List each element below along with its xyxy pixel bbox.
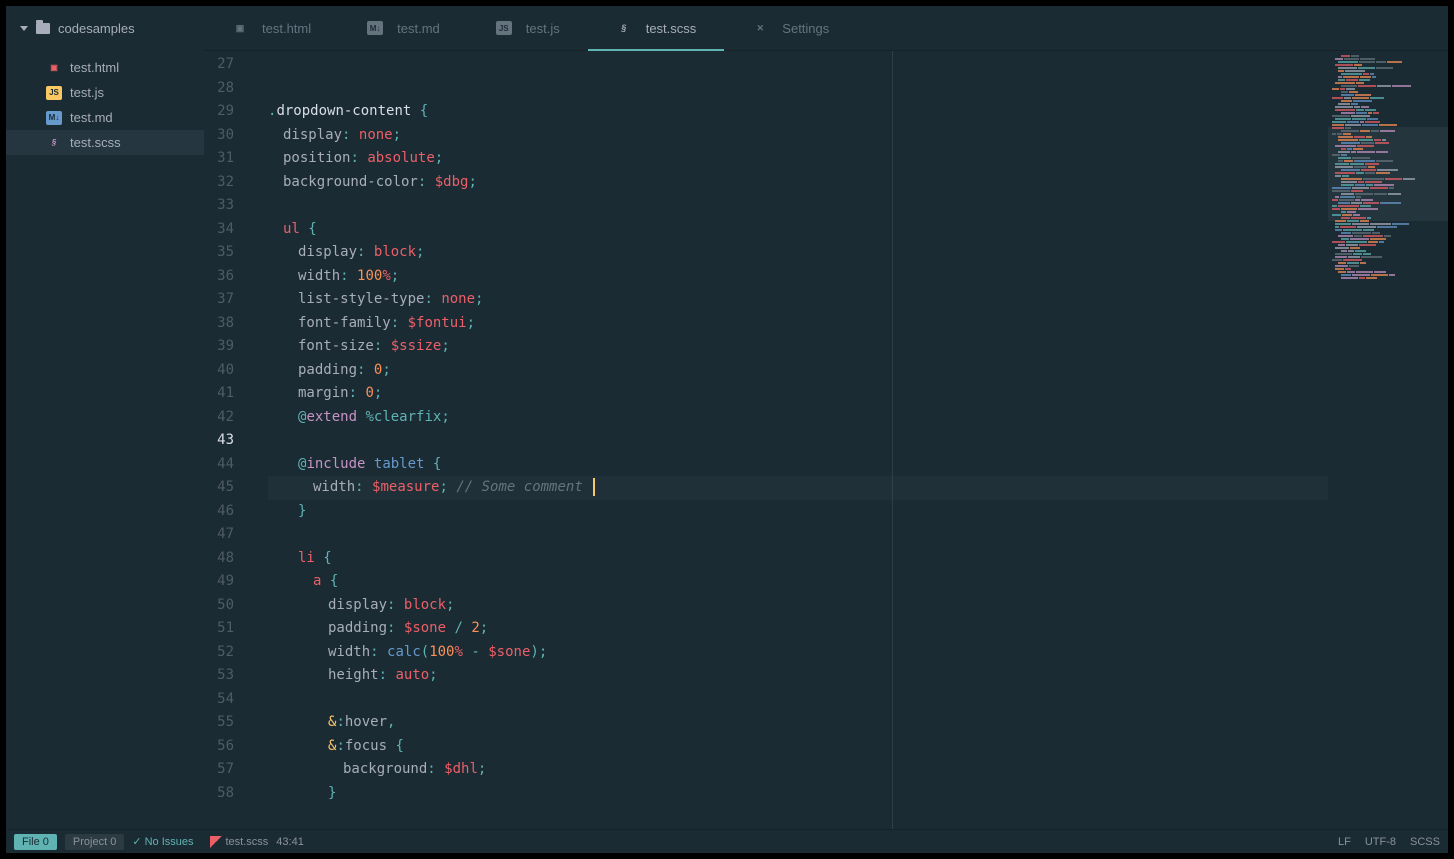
code-line[interactable]: display: block; [268, 241, 1328, 265]
markdown-icon: M↓ [367, 21, 383, 35]
js-icon: JS [46, 86, 62, 100]
code-area[interactable]: .dropdown-content {display: none;positio… [240, 51, 1328, 829]
code-line[interactable] [268, 429, 1328, 453]
file-item-test-js[interactable]: JS test.js [6, 80, 204, 105]
code-line[interactable]: margin: 0; [268, 382, 1328, 406]
tab-label: test.html [262, 21, 311, 36]
code-line[interactable] [268, 805, 1328, 829]
status-cursor-position[interactable]: 43:41 [276, 836, 304, 848]
status-line-ending[interactable]: LF [1338, 836, 1351, 848]
status-filename: test.scss [226, 836, 269, 848]
chevron-down-icon [20, 26, 28, 31]
status-filename-group[interactable]: test.scss [210, 836, 269, 848]
code-line[interactable]: list-style-type: none; [268, 288, 1328, 312]
tab-test-scss[interactable]: § test.scss [588, 6, 725, 50]
code-line[interactable]: font-family: $fontui; [268, 312, 1328, 336]
code-line[interactable]: } [268, 782, 1328, 806]
code-line[interactable]: width: calc(100% - $sone); [268, 641, 1328, 665]
tab-bar: ▣ test.html M↓ test.md JS test.js § test.scss ✕ S… [204, 6, 1448, 51]
sass-icon [210, 836, 222, 848]
editor-window: codesamples ▣ test.html M↓ test.md JS test.js… [6, 6, 1448, 853]
html5-icon: ▣ [232, 21, 248, 35]
file-name: test.js [70, 85, 104, 100]
project-header[interactable]: codesamples [6, 6, 204, 51]
file-name: test.html [70, 60, 119, 75]
minimap[interactable] [1328, 51, 1448, 829]
code-line[interactable]: background-color: $dbg; [268, 171, 1328, 195]
sass-icon: § [616, 21, 632, 35]
main-area: ▣ test.html JS test.js M↓ test.md § test.scss 2… [6, 51, 1448, 829]
status-bar: File 0 Project 0 No Issues test.scss 43:… [6, 829, 1448, 853]
top-bar: codesamples ▣ test.html M↓ test.md JS test.js… [6, 6, 1448, 51]
editor[interactable]: 2728293031323334353637383940414243444546… [204, 51, 1448, 829]
file-name: test.md [70, 110, 113, 125]
code-line[interactable]: .dropdown-content { [268, 100, 1328, 124]
tab-test-html[interactable]: ▣ test.html [204, 6, 339, 50]
code-line[interactable]: &:hover, [268, 711, 1328, 735]
code-line[interactable] [268, 523, 1328, 547]
file-tree: ▣ test.html JS test.js M↓ test.md § test.scss [6, 51, 204, 829]
code-line[interactable]: position: absolute; [268, 147, 1328, 171]
tab-label: test.js [526, 21, 560, 36]
code-line[interactable]: &:focus { [268, 735, 1328, 759]
code-line[interactable]: height: auto; [268, 664, 1328, 688]
wrap-guide [892, 51, 893, 829]
project-name: codesamples [58, 21, 135, 36]
line-gutter: 2728293031323334353637383940414243444546… [204, 51, 240, 829]
file-name: test.scss [70, 135, 121, 150]
code-line[interactable]: width: 100%; [268, 265, 1328, 289]
tab-label: test.scss [646, 21, 697, 36]
tab-test-js[interactable]: JS test.js [468, 6, 588, 50]
code-line[interactable]: padding: 0; [268, 359, 1328, 383]
markdown-icon: M↓ [46, 111, 62, 125]
sass-icon: § [46, 136, 62, 150]
tab-Settings[interactable]: ✕ Settings [724, 6, 857, 50]
status-language[interactable]: SCSS [1410, 836, 1440, 848]
status-encoding[interactable]: UTF-8 [1365, 836, 1396, 848]
js-icon: JS [496, 21, 512, 35]
status-file-count[interactable]: File 0 [14, 834, 57, 850]
code-line[interactable]: a { [268, 570, 1328, 594]
code-line[interactable]: background: $dhl; [268, 758, 1328, 782]
code-line[interactable]: @include tablet { [268, 829, 1328, 830]
code-line[interactable]: } [268, 500, 1328, 524]
settings-icon: ✕ [752, 21, 768, 35]
file-item-test-md[interactable]: M↓ test.md [6, 105, 204, 130]
tab-label: test.md [397, 21, 440, 36]
folder-icon [36, 23, 50, 34]
code-line[interactable]: display: block; [268, 594, 1328, 618]
code-line[interactable]: @extend %clearfix; [268, 406, 1328, 430]
status-project-count[interactable]: Project 0 [65, 834, 124, 850]
code-line[interactable] [268, 688, 1328, 712]
file-item-test-html[interactable]: ▣ test.html [6, 55, 204, 80]
code-line[interactable]: @include tablet { [268, 453, 1328, 477]
code-line[interactable]: width: $measure; // Some comment [268, 476, 1328, 500]
code-line[interactable]: li { [268, 547, 1328, 571]
html5-icon: ▣ [46, 61, 62, 75]
code-line[interactable] [268, 194, 1328, 218]
tab-label: Settings [782, 21, 829, 36]
code-line[interactable]: ul { [268, 218, 1328, 242]
status-issues[interactable]: No Issues [132, 835, 193, 848]
code-line[interactable]: padding: $sone / 2; [268, 617, 1328, 641]
tab-test-md[interactable]: M↓ test.md [339, 6, 468, 50]
code-line[interactable]: display: none; [268, 124, 1328, 148]
text-cursor [593, 478, 595, 496]
file-item-test-scss[interactable]: § test.scss [6, 130, 204, 155]
code-line[interactable]: font-size: $ssize; [268, 335, 1328, 359]
